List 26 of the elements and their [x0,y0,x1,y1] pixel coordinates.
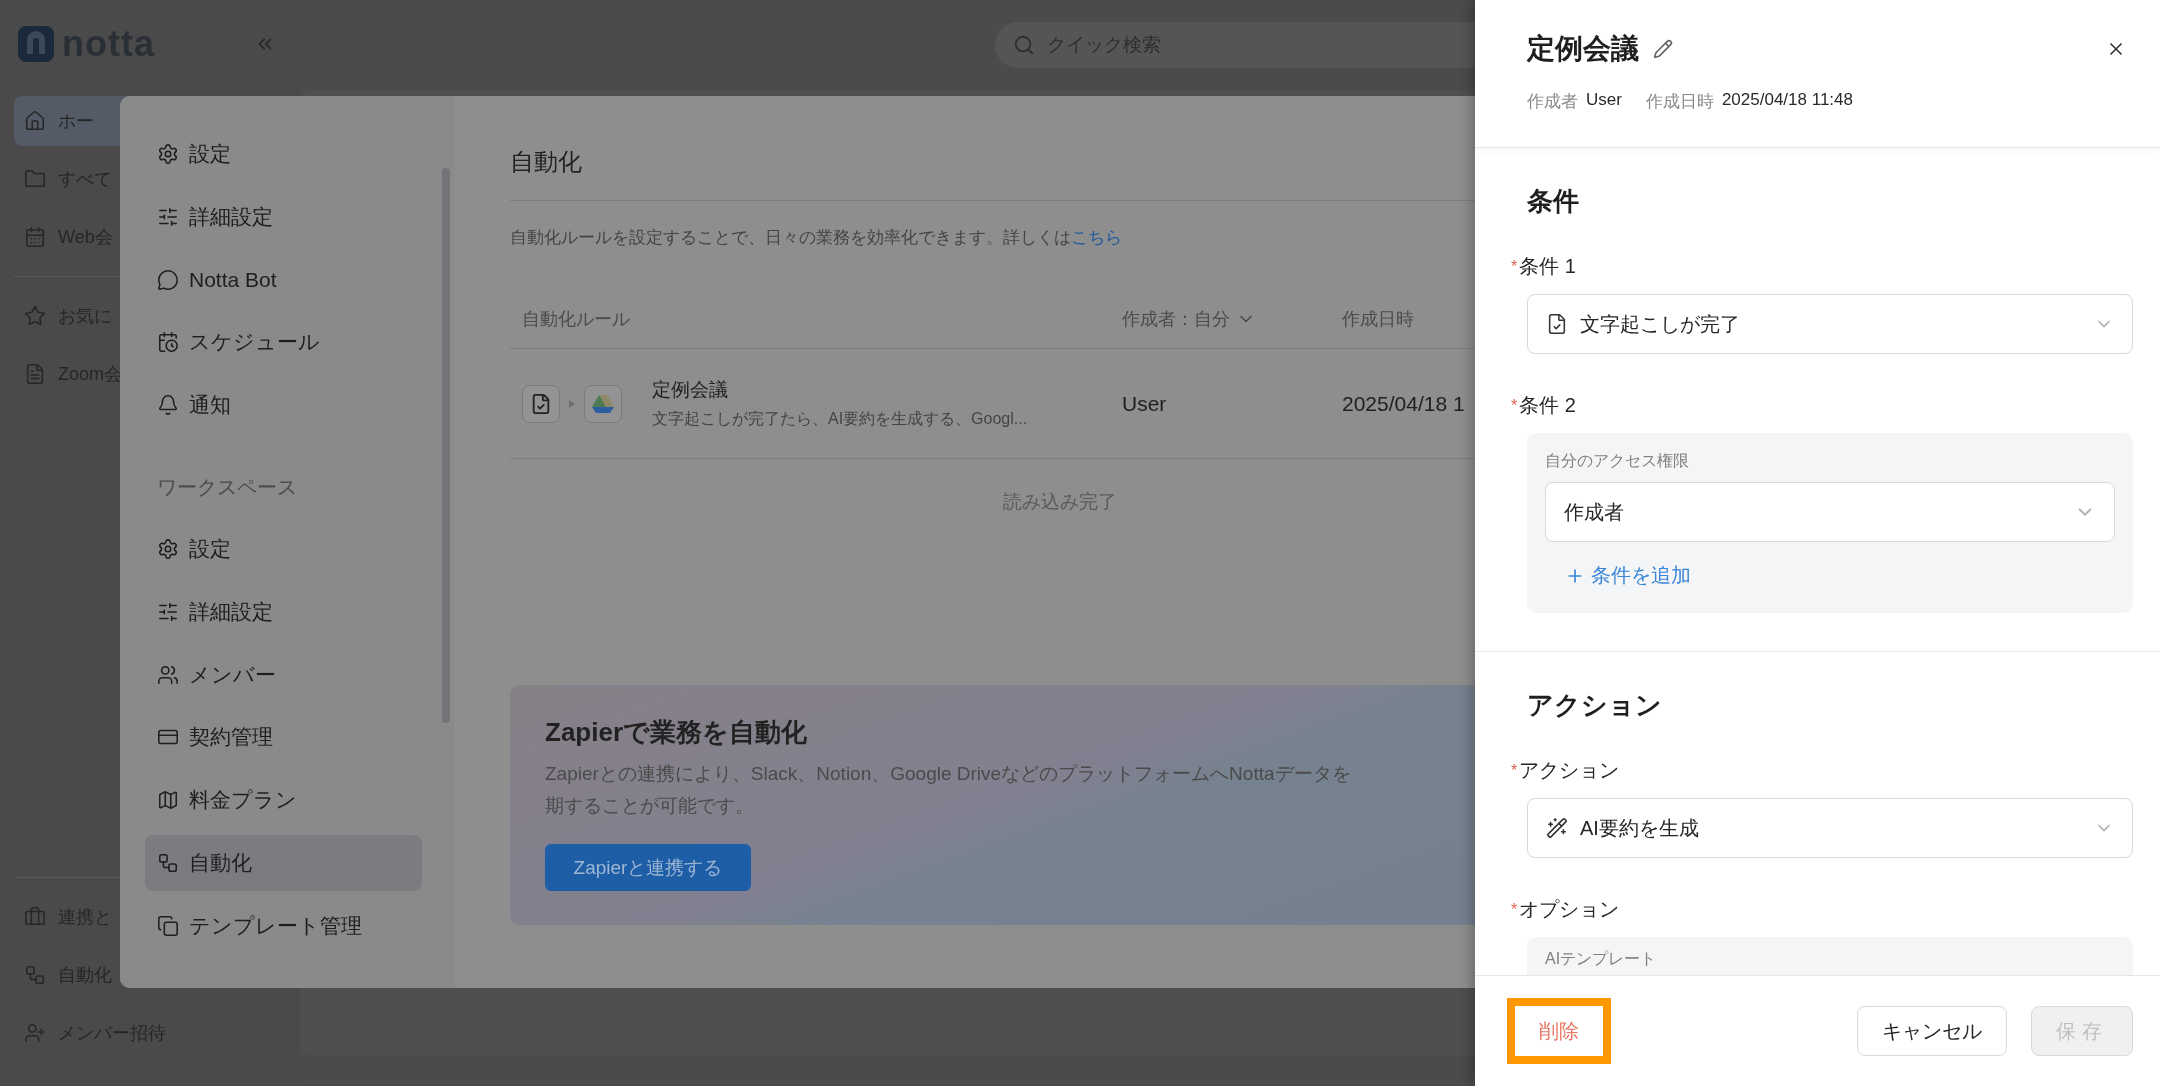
required-mark: * [1511,900,1518,919]
page-title: 自動化 [510,147,583,177]
section-heading: ワークスペース [156,475,298,500]
promo-title: Zapierで業務を自動化 [545,716,809,749]
meta-value: User [1586,90,1622,111]
section-heading: 条件 [1527,185,1580,218]
promo-text: 期することが可能です。 [545,794,754,818]
field-label: アクション [1519,758,1620,783]
table-cell: 2025/04/18 1 [1342,391,1465,416]
required-mark: * [1511,257,1518,276]
field-label: オプション [1519,897,1620,922]
column-header: 自動化ルール [522,307,630,331]
promo-text: Zapierとの連携により、Slack、Notion、Google DriveなどのプラットフォームへNottaデータを [545,762,1351,786]
rule-summary: 文字起こしが完了たら、AI要約を生成する、Googl... [652,409,1028,429]
required-mark: * [1511,761,1518,780]
section-heading: アクション [1527,689,1663,722]
table-cell: User [1122,391,1167,416]
meta-label: 作成日時 [1645,91,1714,113]
required-mark: * [1511,396,1518,415]
field-label: 条件 1 [1519,254,1576,279]
field-label: 条件 2 [1519,393,1576,418]
group-label: 自分のアクセス権限 [1545,451,1690,471]
group-label: AIテンプレート [1545,949,1658,969]
meta-label: 作成者 [1527,91,1578,113]
meta-value: 2025/04/18 11:48 [1721,90,1853,111]
column-header: 作成日時 [1342,307,1414,331]
